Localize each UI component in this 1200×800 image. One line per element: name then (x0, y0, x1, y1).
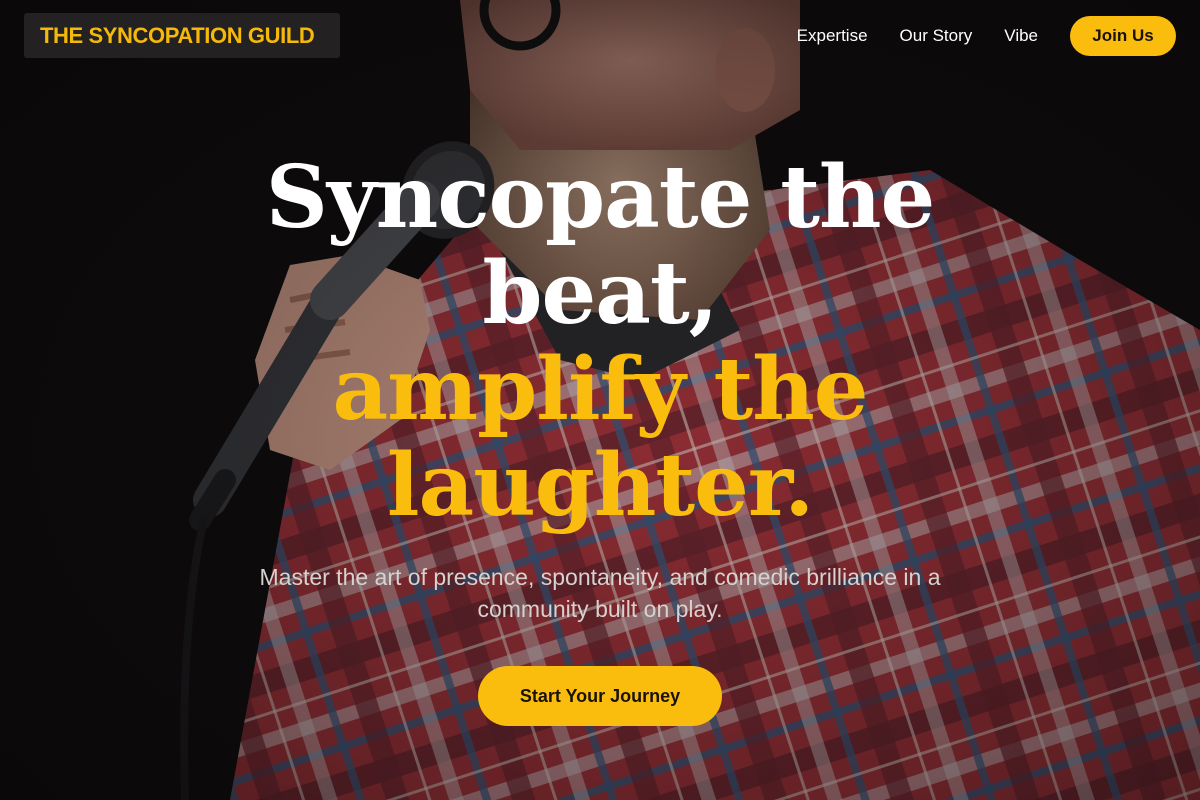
brand-name: THE SYNCOPATION GUILD (40, 22, 315, 48)
headline-line-4: laughter. (386, 435, 814, 536)
brand-logo[interactable]: THE SYNCOPATION GUILD (24, 13, 340, 58)
start-journey-button[interactable]: Start Your Journey (478, 666, 722, 726)
hero-subtitle: Master the art of presence, spontaneity,… (259, 564, 941, 622)
headline-line-2: beat, (482, 243, 718, 344)
main-nav: Expertise Our Story Vibe Join Us (797, 16, 1176, 56)
hero-headline: Syncopate the beat, amplify the laughter… (0, 150, 1200, 534)
headline-line-3: amplify the (332, 339, 868, 440)
headline-line-1: Syncopate the (265, 147, 936, 248)
join-us-button[interactable]: Join Us (1070, 16, 1176, 56)
nav-link-our-story[interactable]: Our Story (900, 26, 973, 46)
nav-link-vibe[interactable]: Vibe (1004, 26, 1038, 46)
hero-section: THE SYNCOPATION GUILD Expertise Our Stor… (0, 0, 1200, 800)
nav-link-expertise[interactable]: Expertise (797, 26, 868, 46)
